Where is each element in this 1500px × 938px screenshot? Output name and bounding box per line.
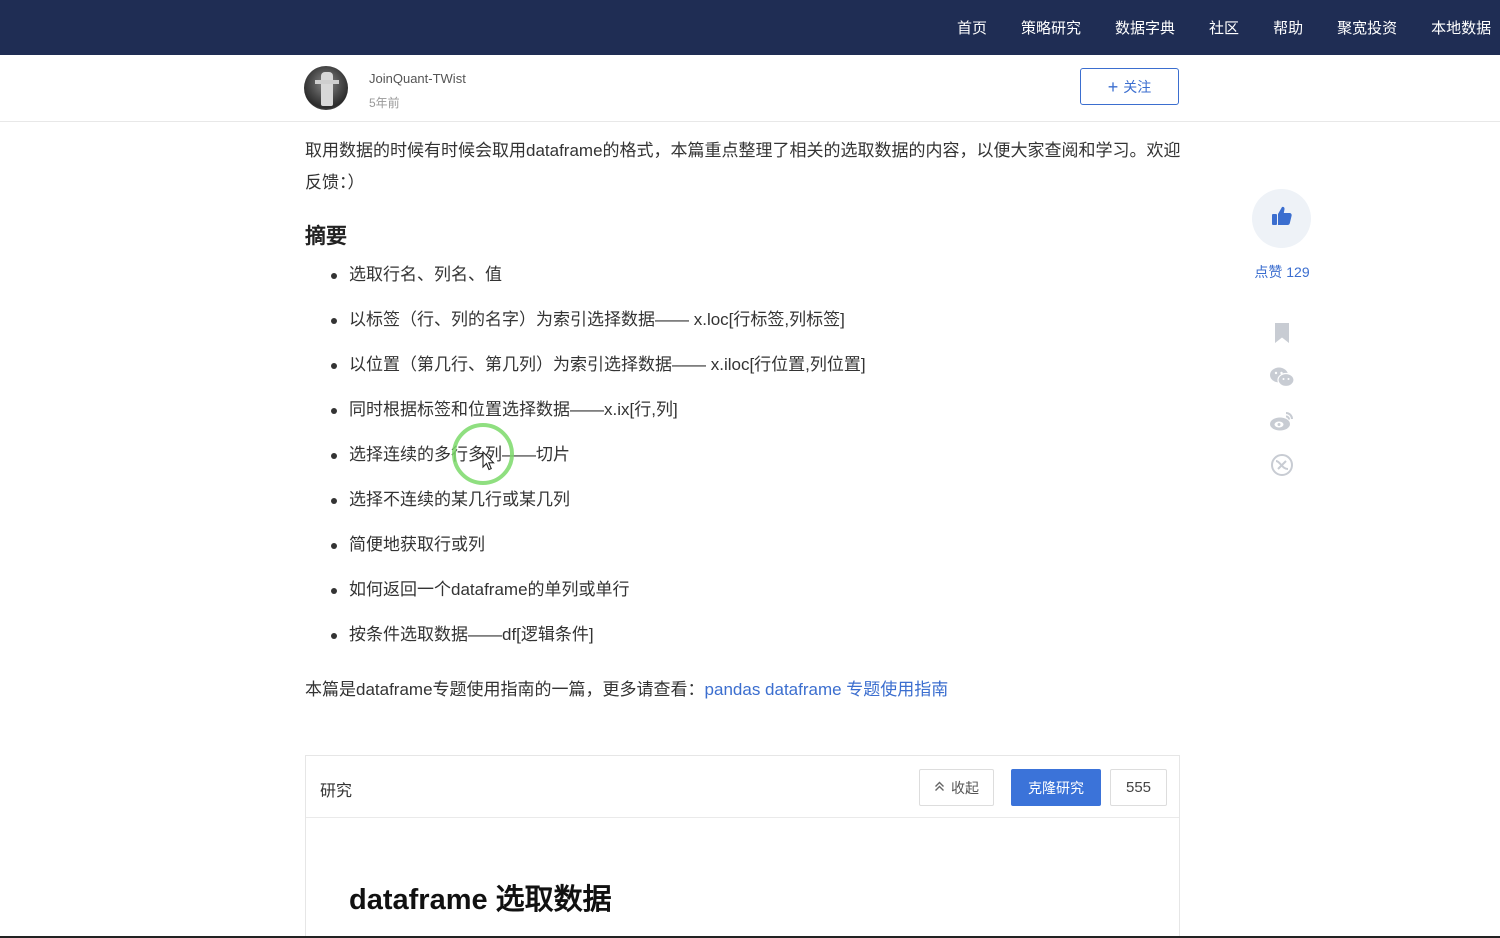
author-name[interactable]: JoinQuant-TWist (369, 71, 466, 86)
list-item: 按条件选取数据——df[逻辑条件] (305, 620, 1185, 665)
bookmark-icon[interactable] (1268, 319, 1295, 346)
thumbs-up-icon (1270, 204, 1294, 233)
research-panel-header: 研究 收起 克隆研究 555 (306, 756, 1179, 818)
nav-item-help[interactable]: 帮助 (1273, 17, 1303, 38)
avatar[interactable] (304, 66, 348, 110)
nav-item-home[interactable]: 首页 (957, 17, 987, 38)
list-item: 以位置（第几行、第几列）为索引选择数据—— x.iloc[行位置,列位置] (305, 350, 1185, 395)
follow-label: 关注 (1123, 78, 1152, 95)
list-item: 选择连续的多行多列——切片 (305, 440, 1185, 485)
weibo-icon[interactable] (1268, 407, 1295, 434)
summary-heading: 摘要 (305, 225, 347, 248)
like-button[interactable] (1252, 189, 1311, 248)
nav-item-strategy-research[interactable]: 策略研究 (1021, 17, 1081, 38)
list-item: 同时根据标签和位置选择数据——x.ix[行,列] (305, 395, 1185, 440)
article-body: 取用数据的时候有时候会取用dataframe的格式，本篇重点整理了相关的选取数据… (305, 135, 1185, 705)
guide-reference-prefix: 本篇是dataframe专题使用指南的一篇，更多请查看： (305, 680, 705, 699)
clone-research-button[interactable]: 克隆研究 (1011, 769, 1101, 806)
nav-item-data-dictionary[interactable]: 数据字典 (1115, 17, 1175, 38)
research-panel: 研究 收起 克隆研究 555 dataframe 选取数据 (305, 755, 1180, 938)
list-item: 如何返回一个dataframe的单列或单行 (305, 575, 1185, 620)
chevron-up-icon (934, 781, 945, 795)
nav-menu: 首页 策略研究 数据字典 社区 帮助 聚宽投资 本地数据 (940, 0, 1500, 55)
avatar-figure (321, 72, 333, 106)
top-navbar: 首页 策略研究 数据字典 社区 帮助 聚宽投资 本地数据 (0, 0, 1500, 55)
like-count: 点赞 129 (1254, 264, 1310, 280)
article-intro: 取用数据的时候有时候会取用dataframe的格式，本篇重点整理了相关的选取数据… (305, 141, 1181, 192)
author-bar: JoinQuant-TWist 5年前 + 关注 (0, 55, 1500, 122)
plus-icon: + (1107, 76, 1119, 97)
follow-button[interactable]: + 关注 (1080, 68, 1179, 105)
collapse-label: 收起 (951, 779, 979, 796)
summary-list: 选取行名、列名、值 以标签（行、列的名字）为索引选择数据—— x.loc[行标签… (305, 260, 1185, 665)
guide-link[interactable]: pandas dataframe 专题使用指南 (705, 680, 949, 699)
mouse-cursor-icon (482, 450, 496, 476)
list-item: 以标签（行、列的名字）为索引选择数据—— x.loc[行标签,列标签] (305, 305, 1185, 350)
notebook-title: dataframe 选取数据 (349, 884, 612, 916)
share-icon[interactable] (1268, 451, 1295, 478)
list-item: 简便地获取行或列 (305, 530, 1185, 575)
clone-count: 555 (1110, 769, 1167, 806)
research-label: 研究 (320, 783, 353, 800)
guide-reference: 本篇是dataframe专题使用指南的一篇，更多请查看：pandas dataf… (305, 675, 1185, 705)
list-item: 选择不连续的某几行或某几列 (305, 485, 1185, 530)
post-time: 5年前 (369, 96, 400, 110)
nav-item-local-data[interactable]: 本地数据 (1431, 17, 1491, 38)
list-item: 选取行名、列名、值 (305, 260, 1185, 305)
nav-item-community[interactable]: 社区 (1209, 17, 1239, 38)
avatar-figure-arm (315, 80, 339, 84)
nav-item-joinquant-invest[interactable]: 聚宽投资 (1337, 17, 1397, 38)
collapse-button[interactable]: 收起 (919, 769, 994, 806)
wechat-icon[interactable] (1268, 363, 1295, 390)
